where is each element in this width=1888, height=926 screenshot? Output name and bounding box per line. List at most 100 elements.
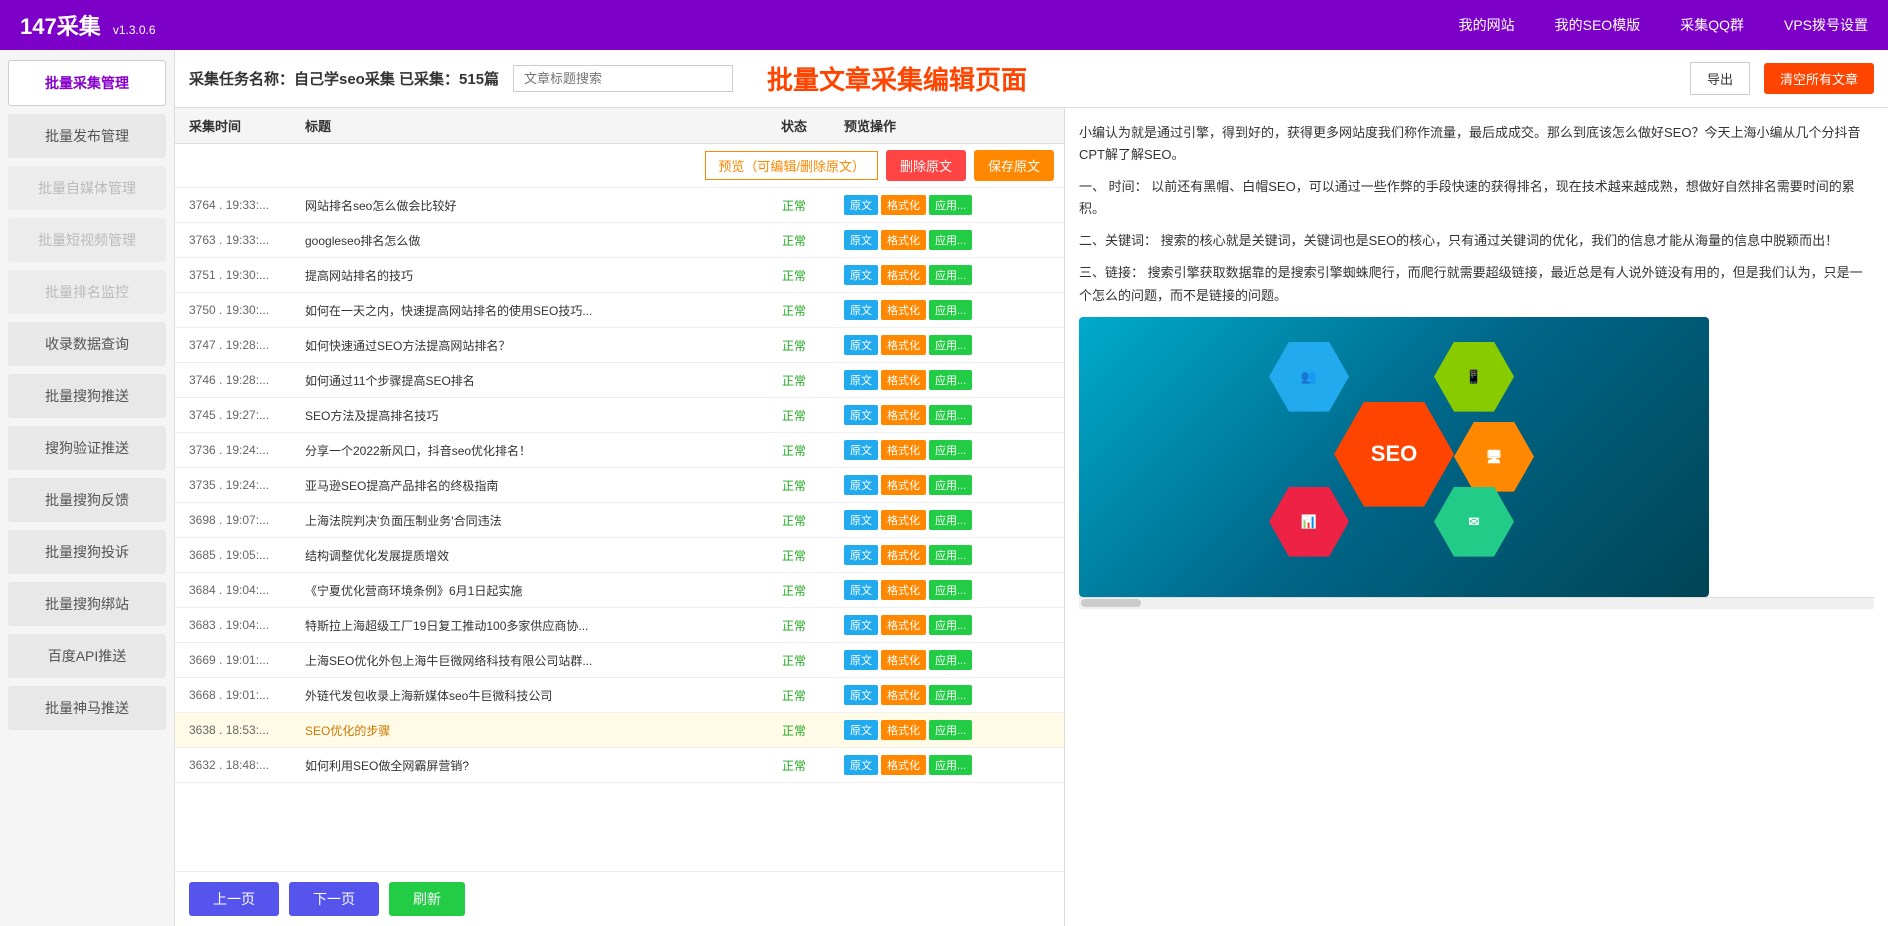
op-btn-orig[interactable]: 原文 [844,370,878,390]
table-row[interactable]: 3751 . 19:30:...提高网站排名的技巧正常原文格式化应用... [175,258,1064,293]
op-btn-fmt[interactable]: 格式化 [881,510,926,530]
op-btn-orig[interactable]: 原文 [844,195,878,215]
op-btn-orig[interactable]: 原文 [844,545,878,565]
op-btn-apply[interactable]: 应用... [929,510,972,530]
table-row[interactable]: 3735 . 19:24:...亚马逊SEO提高产品排名的终极指南正常原文格式化… [175,468,1064,503]
sidebar-item-batch-shenma[interactable]: 批量神马推送 [8,686,166,730]
horizontal-scrollbar[interactable] [1079,597,1874,609]
op-btn-orig[interactable]: 原文 [844,650,878,670]
row-time: 3632 . 18:48:... [175,758,295,772]
nav-vps-settings[interactable]: VPS拨号设置 [1784,15,1868,35]
op-btn-fmt[interactable]: 格式化 [881,545,926,565]
preview-label[interactable]: 预览（可编辑/删除原文） [705,151,878,180]
op-btn-apply[interactable]: 应用... [929,405,972,425]
op-btn-orig[interactable]: 原文 [844,230,878,250]
table-row[interactable]: 3750 . 19:30:...如何在一天之内，快速提高网站排名的使用SEO技巧… [175,293,1064,328]
nav-qq-group[interactable]: 采集QQ群 [1680,15,1744,35]
sidebar-item-batch-sogou-feedback[interactable]: 批量搜狗反馈 [8,478,166,522]
sidebar-item-sogou-verify[interactable]: 搜狗验证推送 [8,426,166,470]
export-button[interactable]: 导出 [1690,62,1750,95]
op-btn-fmt[interactable]: 格式化 [881,440,926,460]
table-row[interactable]: 3632 . 18:48:...如何利用SEO做全网霸屏营销?正常原文格式化应用… [175,748,1064,783]
op-btn-apply[interactable]: 应用... [929,370,972,390]
op-btn-orig[interactable]: 原文 [844,755,878,775]
op-btn-apply[interactable]: 应用... [929,300,972,320]
nav-my-website[interactable]: 我的网站 [1459,15,1515,35]
row-time: 3684 . 19:04:... [175,583,295,597]
op-btn-orig[interactable]: 原文 [844,475,878,495]
row-title: 外链代发包收录上海新媒体seo牛巨微科技公司 [295,687,754,704]
table-row[interactable]: 3684 . 19:04:...《宁夏优化营商环境条例》6月1日起实施正常原文格… [175,573,1064,608]
refresh-button[interactable]: 刷新 [389,882,465,916]
row-status: 正常 [754,442,834,459]
op-btn-apply[interactable]: 应用... [929,475,972,495]
nav-my-seo-template[interactable]: 我的SEO模版 [1555,15,1641,35]
topbar: 采集任务名称：自己学seo采集 已采集：515篇 批量文章采集编辑页面 导出 清… [175,50,1888,108]
op-btn-orig[interactable]: 原文 [844,335,878,355]
save-original-button[interactable]: 保存原文 [974,150,1054,181]
op-btn-apply[interactable]: 应用... [929,440,972,460]
op-btn-fmt[interactable]: 格式化 [881,300,926,320]
op-btn-fmt[interactable]: 格式化 [881,370,926,390]
op-btn-orig[interactable]: 原文 [844,615,878,635]
op-btn-orig[interactable]: 原文 [844,440,878,460]
op-btn-orig[interactable]: 原文 [844,685,878,705]
op-btn-apply[interactable]: 应用... [929,650,972,670]
op-btn-orig[interactable]: 原文 [844,720,878,740]
op-btn-orig[interactable]: 原文 [844,580,878,600]
table-row[interactable]: 3683 . 19:04:...特斯拉上海超级工厂19日复工推动100多家供应商… [175,608,1064,643]
op-btn-apply[interactable]: 应用... [929,335,972,355]
op-btn-orig[interactable]: 原文 [844,300,878,320]
sidebar-item-include-query[interactable]: 收录数据查询 [8,322,166,366]
op-btn-fmt[interactable]: 格式化 [881,685,926,705]
table-row[interactable]: 3746 . 19:28:...如何通过11个步骤提高SEO排名正常原文格式化应… [175,363,1064,398]
op-btn-fmt[interactable]: 格式化 [881,650,926,670]
op-btn-fmt[interactable]: 格式化 [881,475,926,495]
op-btn-fmt[interactable]: 格式化 [881,335,926,355]
table-row[interactable]: 3669 . 19:01:...上海SEO优化外包上海牛巨微网络科技有限公司站群… [175,643,1064,678]
op-btn-orig[interactable]: 原文 [844,405,878,425]
op-btn-apply[interactable]: 应用... [929,580,972,600]
sidebar-item-batch-publish[interactable]: 批量发布管理 [8,114,166,158]
table-row[interactable]: 3668 . 19:01:...外链代发包收录上海新媒体seo牛巨微科技公司正常… [175,678,1064,713]
op-btn-apply[interactable]: 应用... [929,685,972,705]
op-btn-fmt[interactable]: 格式化 [881,195,926,215]
op-btn-fmt[interactable]: 格式化 [881,615,926,635]
clear-all-button[interactable]: 清空所有文章 [1764,63,1874,94]
op-btn-orig[interactable]: 原文 [844,265,878,285]
op-btn-fmt[interactable]: 格式化 [881,405,926,425]
table-row[interactable]: 3685 . 19:05:...结构调整优化发展提质增效正常原文格式化应用... [175,538,1064,573]
op-btn-apply[interactable]: 应用... [929,265,972,285]
op-btn-apply[interactable]: 应用... [929,615,972,635]
table-row[interactable]: 3747 . 19:28:...如何快速通过SEO方法提高网站排名？正常原文格式… [175,328,1064,363]
sidebar-item-baidu-api[interactable]: 百度API推送 [8,634,166,678]
op-btn-apply[interactable]: 应用... [929,545,972,565]
delete-original-button[interactable]: 删除原文 [886,150,966,181]
table-row[interactable]: 3638 . 18:53:...SEO优化的步骤正常原文格式化应用... [175,713,1064,748]
op-btn-orig[interactable]: 原文 [844,510,878,530]
op-btn-fmt[interactable]: 格式化 [881,720,926,740]
scrollbar-thumb[interactable] [1081,599,1141,607]
hex-email: ✉ [1434,487,1514,557]
op-btn-apply[interactable]: 应用... [929,720,972,740]
table-row[interactable]: 3736 . 19:24:...分享一个2022新风口，抖音seo优化排名！正常… [175,433,1064,468]
table-row[interactable]: 3763 . 19:33:...googleseo排名怎么做正常原文格式化应用.… [175,223,1064,258]
op-btn-fmt[interactable]: 格式化 [881,265,926,285]
table-row[interactable]: 3745 . 19:27:...SEO方法及提高排名技巧正常原文格式化应用... [175,398,1064,433]
table-row[interactable]: 3764 . 19:33:...网站排名seo怎么做会比较好正常原文格式化应用.… [175,188,1064,223]
op-btn-apply[interactable]: 应用... [929,230,972,250]
sidebar-item-batch-sogou-push[interactable]: 批量搜狗推送 [8,374,166,418]
sidebar-item-batch-collect[interactable]: 批量采集管理 [8,60,166,106]
op-btn-fmt[interactable]: 格式化 [881,230,926,250]
search-input[interactable] [513,65,733,92]
prev-page-button[interactable]: 上一页 [189,882,279,916]
sidebar-item-batch-sogou-bind[interactable]: 批量搜狗绑站 [8,582,166,626]
sidebar-item-batch-rank: 批量排名监控 [8,270,166,314]
op-btn-apply[interactable]: 应用... [929,195,972,215]
sidebar-item-batch-sogou-complaint[interactable]: 批量搜狗投诉 [8,530,166,574]
op-btn-fmt[interactable]: 格式化 [881,580,926,600]
op-btn-fmt[interactable]: 格式化 [881,755,926,775]
next-page-button[interactable]: 下一页 [289,882,379,916]
table-row[interactable]: 3698 . 19:07:...上海法院判决'负面压制业务'合同违法正常原文格式… [175,503,1064,538]
op-btn-apply[interactable]: 应用... [929,755,972,775]
